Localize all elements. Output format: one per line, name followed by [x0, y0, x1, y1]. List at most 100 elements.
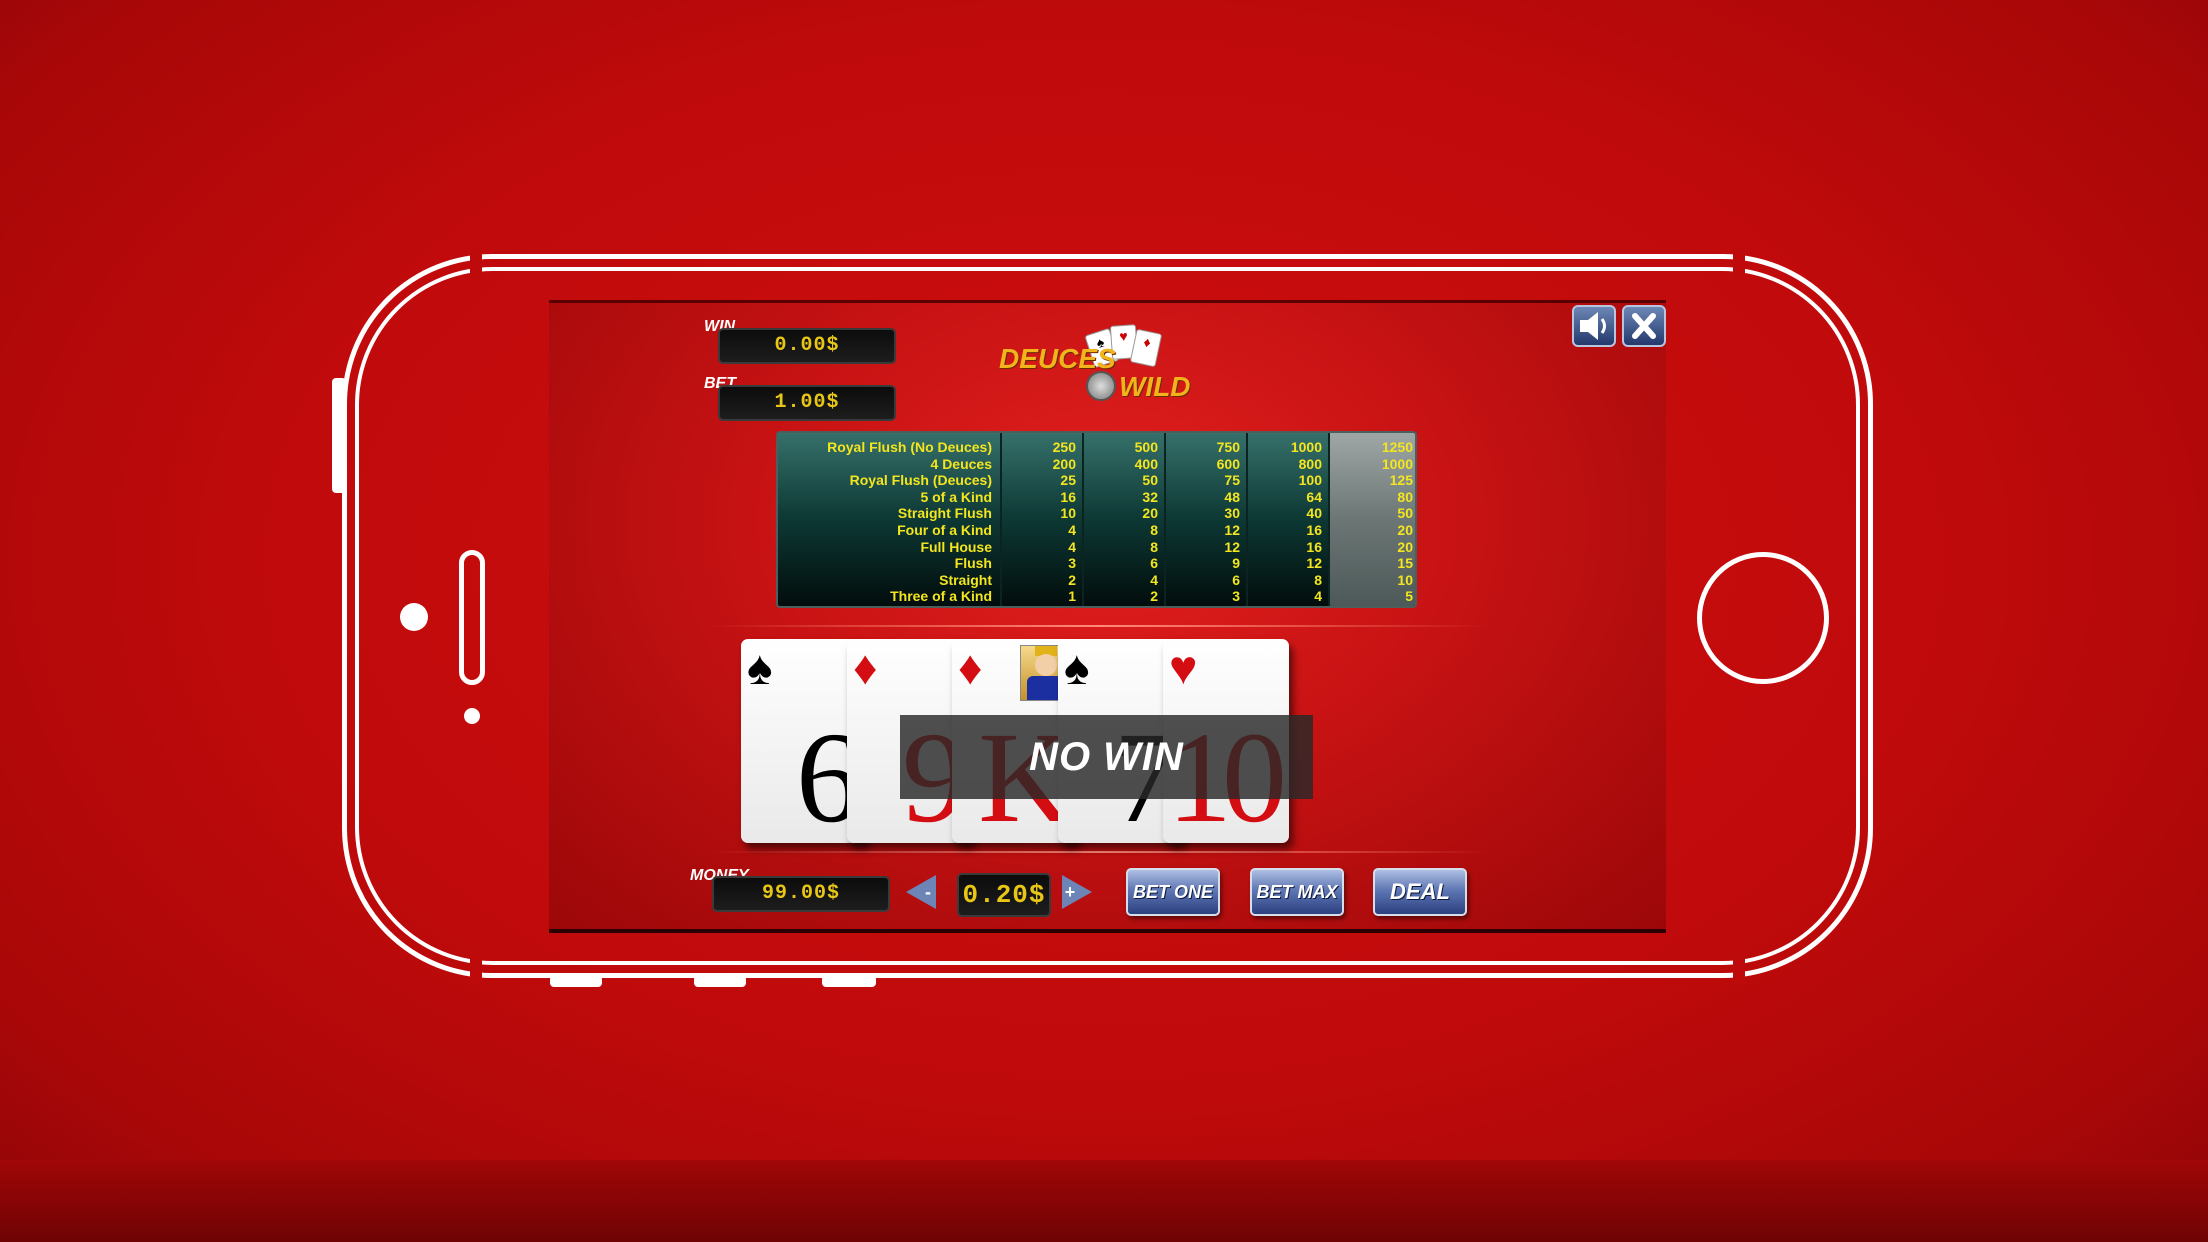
paytable-payout: 75: [1224, 472, 1240, 489]
sound-toggle-button[interactable]: [1572, 305, 1616, 347]
speaker-icon: [1580, 312, 1606, 340]
antenna-gap: [1733, 955, 1745, 983]
paytable-hand-name: 5 of a Kind: [920, 488, 992, 505]
paytable-payout: 16: [1306, 521, 1322, 538]
paytable-payout: 4: [1314, 588, 1322, 605]
paytable-hand-name: Straight Flush: [897, 505, 992, 522]
paytable-hand-name: Royal Flush (No Deuces): [827, 439, 992, 455]
volume-button: [550, 975, 602, 987]
bet-one-button[interactable]: BET ONE: [1126, 868, 1220, 916]
background-bottom-shade: [0, 1160, 2208, 1242]
paytable-payout: 600: [1216, 455, 1240, 472]
paytable-hand-name: Three of a Kind: [890, 588, 992, 605]
paytable-payout: 8: [1150, 538, 1158, 555]
front-camera: [400, 603, 428, 631]
paytable-hand-name: Flush: [954, 555, 992, 572]
paytable-payout: 8: [1314, 571, 1322, 588]
paytable-payout: 64: [1306, 488, 1322, 505]
top-divider: [709, 625, 1489, 627]
paytable-hand-name: Full House: [920, 538, 992, 555]
paytable-payout: 32: [1142, 488, 1158, 505]
paytable-payout: 4: [1150, 571, 1158, 588]
paytable-payout: 4: [1068, 521, 1076, 538]
paytable-payout: 6: [1150, 555, 1158, 572]
paytable-payout: 16: [1060, 488, 1076, 505]
card-suit-icon: ♠: [747, 642, 773, 695]
paytable-payout: 20: [1397, 538, 1413, 555]
paytable-payout: 12: [1224, 521, 1240, 538]
antenna-gap: [1733, 250, 1745, 282]
paytable-payout: 1: [1068, 588, 1076, 605]
paytable-hand-name: 4 Deuces: [930, 455, 992, 472]
logo-card-icon: ♦: [1129, 328, 1163, 368]
home-button: [1697, 552, 1829, 684]
paytable-hand-name: Straight: [939, 571, 992, 588]
paytable-payout: 40: [1306, 505, 1322, 522]
sensor-dot: [464, 708, 480, 724]
paytable-payout: 12: [1224, 538, 1240, 555]
paytable-payout: 80: [1397, 488, 1413, 505]
bottom-divider: [709, 851, 1489, 853]
paytable-payout: 4: [1068, 538, 1076, 555]
card-suit-icon: ♦: [853, 642, 878, 695]
paytable-payout: 1000: [1290, 439, 1322, 455]
bet-max-button[interactable]: BET MAX: [1250, 868, 1344, 916]
paytable-payout: 3: [1232, 588, 1240, 605]
paytable-payout: 1250: [1381, 439, 1413, 455]
paytable-payout: 200: [1052, 455, 1076, 472]
paytable-payout: 50: [1397, 505, 1413, 522]
bet-display: 1.00$: [718, 385, 896, 421]
left-arrow-icon: [906, 875, 936, 909]
paytable-payout: 2: [1150, 588, 1158, 605]
paytable-payout: 12: [1306, 555, 1322, 572]
paytable-column-5-highlighted: 1250 1000 125 80 50 20 20 15 10 5: [1328, 433, 1415, 606]
paytable-payout: 750: [1216, 439, 1240, 455]
plus-label: +: [1064, 882, 1076, 902]
paytable-column-2: 500 400 50 32 20 8 8 6 4 2: [1082, 433, 1164, 606]
coin-increase-button[interactable]: +: [1054, 871, 1094, 913]
logo-text-wild: WILD: [1119, 371, 1191, 402]
deal-button[interactable]: DEAL: [1373, 868, 1467, 916]
paytable-payout: 16: [1306, 538, 1322, 555]
antenna-gap: [470, 955, 482, 983]
game-screen: WIN 0.00$ BET 1.00$ ♠ ♥ ♦ DEUCES WILD Ro…: [549, 300, 1666, 933]
paytable-payout: 10: [1397, 571, 1413, 588]
logo-text-deuces: DEUCES: [999, 343, 1116, 374]
paytable-payout: 3: [1068, 555, 1076, 572]
coin-value-display: 0.20$: [957, 873, 1051, 917]
paytable-payout: 25: [1060, 472, 1076, 489]
close-icon: [1632, 313, 1656, 339]
minus-label: -: [925, 882, 931, 902]
paytable-payout: 2: [1068, 571, 1076, 588]
paytable-payout: 125: [1389, 472, 1413, 489]
close-button[interactable]: [1622, 305, 1666, 347]
result-banner: NO WIN: [900, 715, 1313, 799]
paytable-payout: 1000: [1381, 455, 1413, 472]
paytable-payout: 9: [1232, 555, 1240, 572]
logo-chip-icon: [1086, 371, 1116, 401]
deuces-wild-logo: ♠ ♥ ♦ DEUCES WILD: [989, 323, 1219, 403]
earpiece-speaker: [459, 550, 485, 685]
power-button: [332, 378, 346, 493]
paytable-column-4: 1000 800 100 64 40 16 16 12 8 4: [1246, 433, 1328, 606]
card-suit-icon: ♦: [958, 642, 983, 695]
paytable-payout: 800: [1298, 455, 1322, 472]
paytable-column-1: 250 200 25 16 10 4 4 3 2 1: [1000, 433, 1082, 606]
paytable-payout: 30: [1224, 505, 1240, 522]
paytable-payout: 8: [1150, 521, 1158, 538]
paytable-payout: 6: [1232, 571, 1240, 588]
paytable-payout: 15: [1397, 555, 1413, 572]
paytable: Royal Flush (No Deuces) 4 Deuces Royal Flu…: [776, 431, 1417, 608]
paytable-payout: 48: [1224, 488, 1240, 505]
money-display: 99.00$: [712, 876, 890, 912]
paytable-hand-names: Royal Flush (No Deuces) 4 Deuces Royal Flu…: [778, 433, 1000, 606]
coin-decrease-button[interactable]: -: [904, 871, 944, 913]
paytable-payout: 400: [1134, 455, 1158, 472]
antenna-gap: [470, 250, 482, 282]
paytable-payout: 20: [1142, 505, 1158, 522]
paytable-hand-name: Royal Flush (Deuces): [849, 472, 992, 489]
paytable-payout: 10: [1060, 505, 1076, 522]
paytable-payout: 500: [1134, 439, 1158, 455]
card-suit-icon: ♠: [1064, 642, 1090, 695]
paytable-payout: 50: [1142, 472, 1158, 489]
